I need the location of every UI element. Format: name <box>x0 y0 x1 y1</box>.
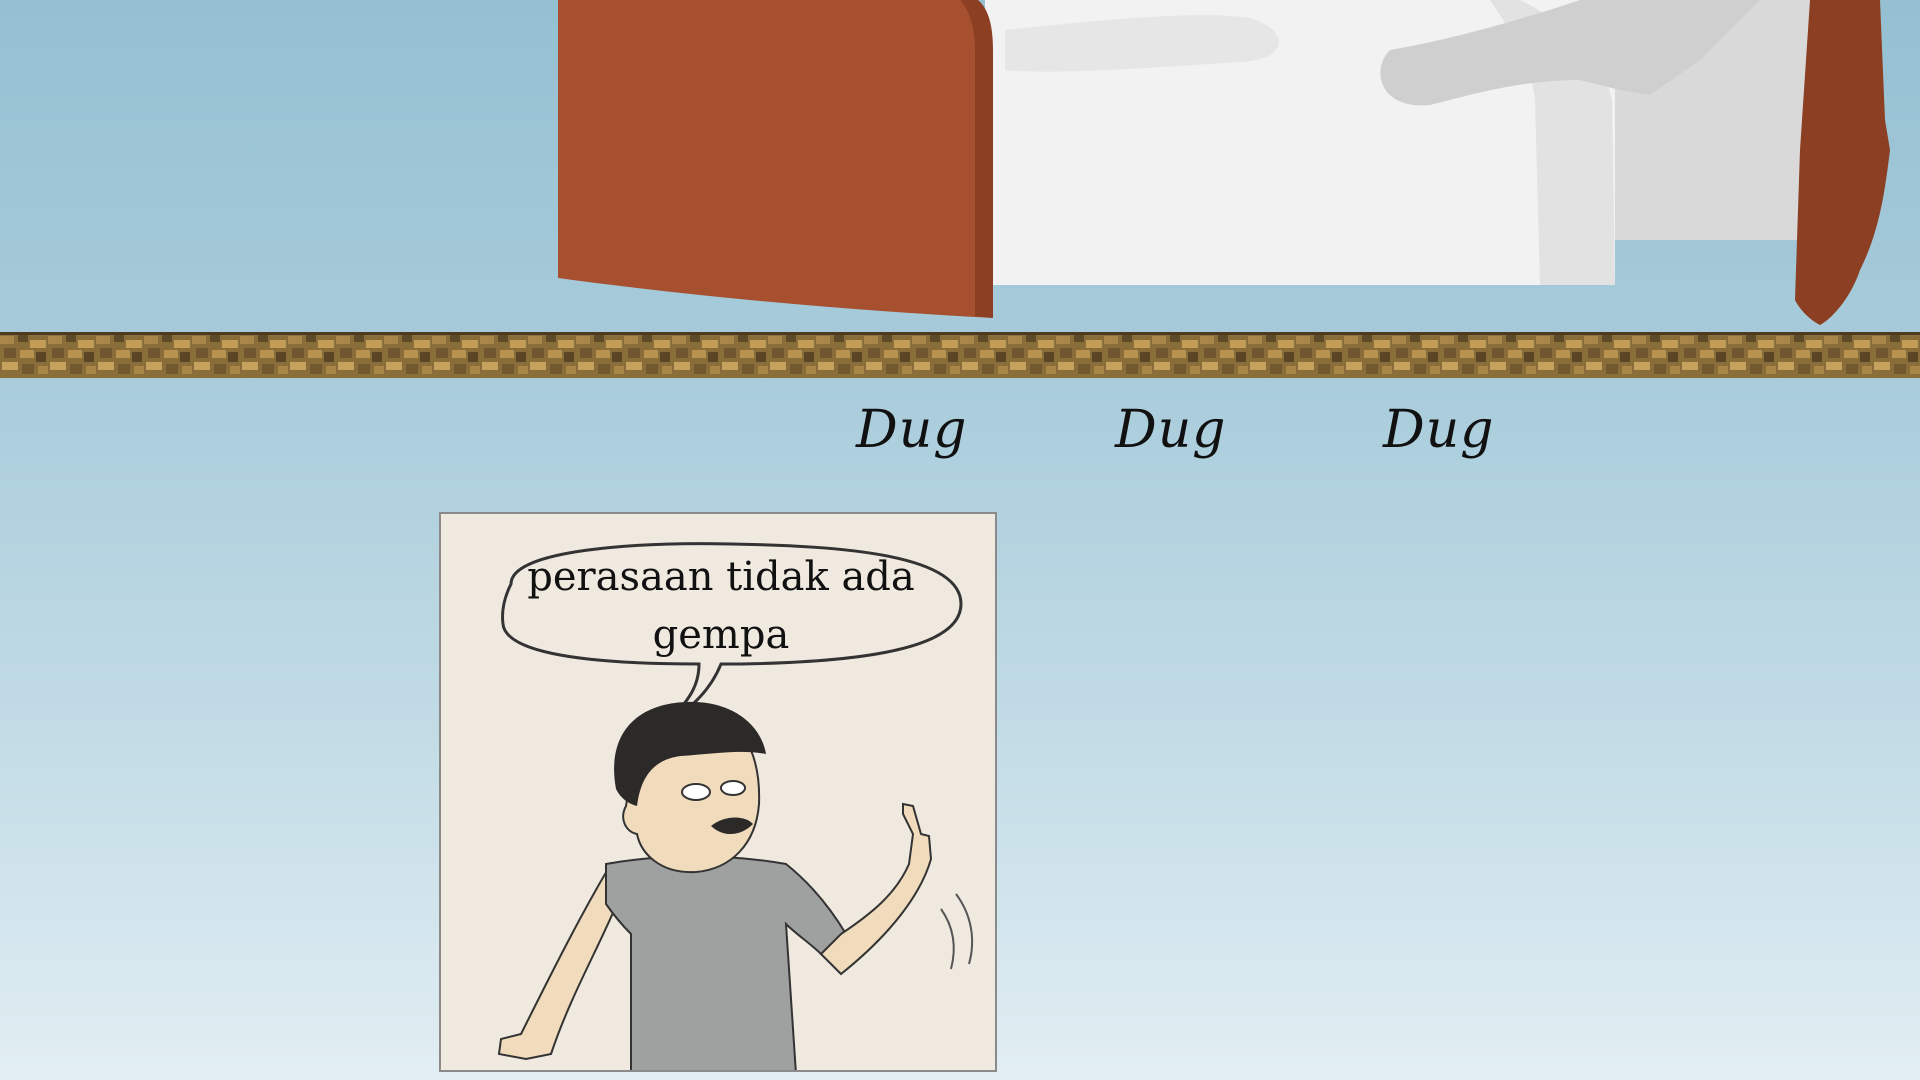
bed-illustration <box>558 0 1890 325</box>
bed-headboard <box>558 0 992 318</box>
character-shirt <box>605 855 848 1070</box>
sfx-dug-2: Dug <box>1115 400 1227 460</box>
motion-line-1 <box>955 893 974 965</box>
character-right-arm <box>819 802 933 976</box>
motion-line-2 <box>940 908 955 970</box>
sfx-dug-3: Dug <box>1383 400 1495 460</box>
character-left-eye <box>681 783 711 801</box>
comic-panel: perasaan tidak ada gempa <box>439 512 997 1072</box>
sfx-dug-1: Dug <box>856 400 968 460</box>
floor-strip <box>0 332 1920 378</box>
character-right-eye <box>720 780 746 796</box>
bed-footboard <box>1795 0 1890 325</box>
comic-scene: Dug Dug Dug perasaan tidak ada gempa <box>0 0 1920 1080</box>
speech-bubble-text: perasaan tidak ada gempa <box>527 554 915 658</box>
character-left-arm <box>497 861 623 1061</box>
